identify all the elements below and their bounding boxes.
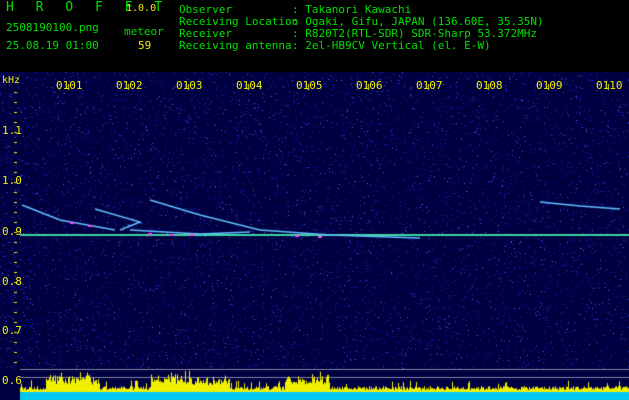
spectrogram-canvas <box>0 72 629 400</box>
meteor-count: 59 <box>138 39 152 52</box>
time-tick-0104: 0104 <box>236 79 263 92</box>
info-label-antenna: Receiving antenna <box>179 39 292 52</box>
time-tick-0102: 0102 <box>116 79 143 92</box>
header-panel: H R O F F T 1.0.0 2508190100.png 25.08.1… <box>0 0 629 72</box>
app-version: 1.0.0 <box>126 3 157 14</box>
time-tick-0103: 0103 <box>176 79 203 92</box>
info-value-antenna: : 2el-HB9CV Vertical (el. E-W) <box>292 39 491 52</box>
meteor-label: meteor <box>124 25 164 38</box>
freq-tick-0-6: 0.6 <box>2 374 22 387</box>
freq-tick-0-7: 0.7 <box>2 324 22 337</box>
file-name: 2508190100.png <box>6 21 99 34</box>
time-tick-0110: 0110 <box>596 79 623 92</box>
spectrogram-area <box>0 72 629 400</box>
freq-unit-label: kHz <box>2 75 21 86</box>
time-tick-0101: 0101 <box>56 79 83 92</box>
time-tick-0106: 0106 <box>356 79 383 92</box>
time-tick-0107: 0107 <box>416 79 443 92</box>
time-tick-0109: 0109 <box>536 79 563 92</box>
freq-tick-1-1: 1.1 <box>2 124 22 137</box>
file-datetime: 25.08.19 01:00 <box>6 39 99 52</box>
freq-tick-0-9: 0.9 <box>2 225 22 238</box>
time-tick-0105: 0105 <box>296 79 323 92</box>
freq-tick-0-8: 0.8 <box>2 275 22 288</box>
freq-tick-1-0: 1.0 <box>2 174 22 187</box>
time-tick-0108: 0108 <box>476 79 503 92</box>
